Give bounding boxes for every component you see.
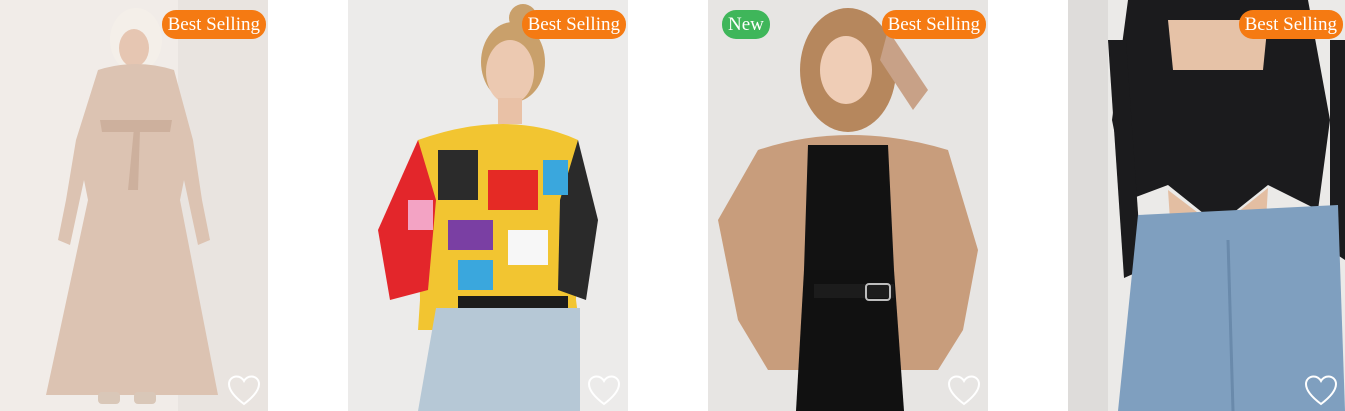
product-card[interactable]: Best Selling bbox=[0, 0, 268, 411]
badge-best-selling: Best Selling bbox=[1238, 10, 1343, 39]
product-card[interactable]: New Best Selling bbox=[708, 0, 988, 411]
badge-best-selling: Best Selling bbox=[881, 10, 986, 39]
badge-best-selling: Best Selling bbox=[161, 10, 266, 39]
product-image[interactable] bbox=[1068, 0, 1345, 411]
badge-best-selling: Best Selling bbox=[521, 10, 626, 39]
favorite-heart-icon[interactable] bbox=[946, 373, 982, 409]
favorite-heart-icon[interactable] bbox=[1303, 373, 1339, 409]
favorite-heart-icon[interactable] bbox=[586, 373, 622, 409]
product-carousel-row: Best Selling Best Selling New Best Selli… bbox=[0, 0, 1345, 411]
product-image[interactable] bbox=[708, 0, 988, 411]
badge-new: New bbox=[722, 10, 770, 39]
product-image[interactable] bbox=[0, 0, 268, 411]
favorite-heart-icon[interactable] bbox=[226, 373, 262, 409]
product-image[interactable] bbox=[348, 0, 628, 411]
product-card[interactable]: Best Selling bbox=[348, 0, 628, 411]
product-card[interactable]: Best Selling bbox=[1068, 0, 1345, 411]
